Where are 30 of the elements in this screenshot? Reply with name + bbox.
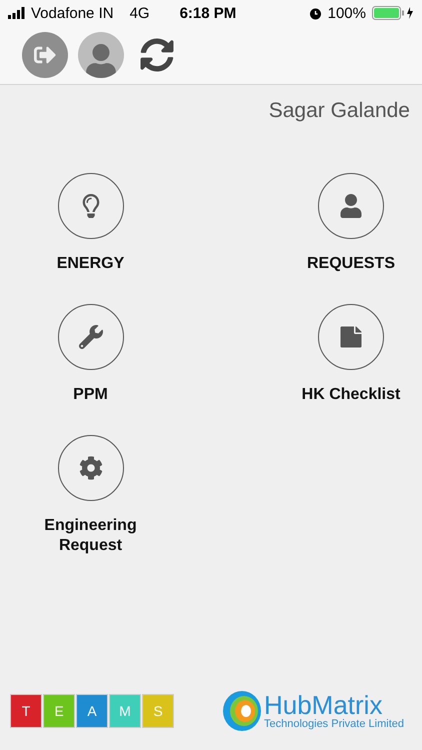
menu-tile[interactable]: HK Checklist <box>286 304 416 405</box>
logo-letter-tile: A <box>76 694 108 728</box>
alarm-icon <box>308 6 322 20</box>
gear-icon <box>78 456 102 480</box>
battery-charging-icon <box>372 6 414 20</box>
menu-tile[interactable]: PPM <box>26 304 156 405</box>
carrier-name: Vodafone IN <box>31 4 114 22</box>
avatar-icon <box>84 44 118 78</box>
signal-icon <box>8 7 25 19</box>
logo-letter-tile: S <box>142 694 174 728</box>
clock-time: 6:18 PM <box>180 4 236 22</box>
company-tagline: Technologies Private Limited <box>264 718 404 730</box>
menu-tile[interactable]: REQUESTS <box>286 173 416 274</box>
company-name: HubMatrix <box>264 692 382 718</box>
note-icon <box>339 325 363 349</box>
profile-button[interactable] <box>78 32 124 78</box>
logout-button[interactable] <box>22 32 68 78</box>
person-icon <box>339 194 363 218</box>
user-name: Sagar Galande <box>268 99 410 123</box>
menu-tile[interactable]: ENERGY <box>26 173 156 274</box>
logo-letter-tile: M <box>109 694 141 728</box>
hubmatrix-logo-icon <box>222 690 262 732</box>
wrench-icon <box>78 325 102 349</box>
battery-percent: 100% <box>328 4 366 22</box>
logo-letter-tile: E <box>43 694 75 728</box>
logo-letter-tile: T <box>10 694 42 728</box>
logout-icon <box>34 44 56 66</box>
menu-tile[interactable]: Engineering Request <box>26 435 156 556</box>
refresh-icon <box>140 38 174 72</box>
network-type: 4G <box>130 4 150 22</box>
